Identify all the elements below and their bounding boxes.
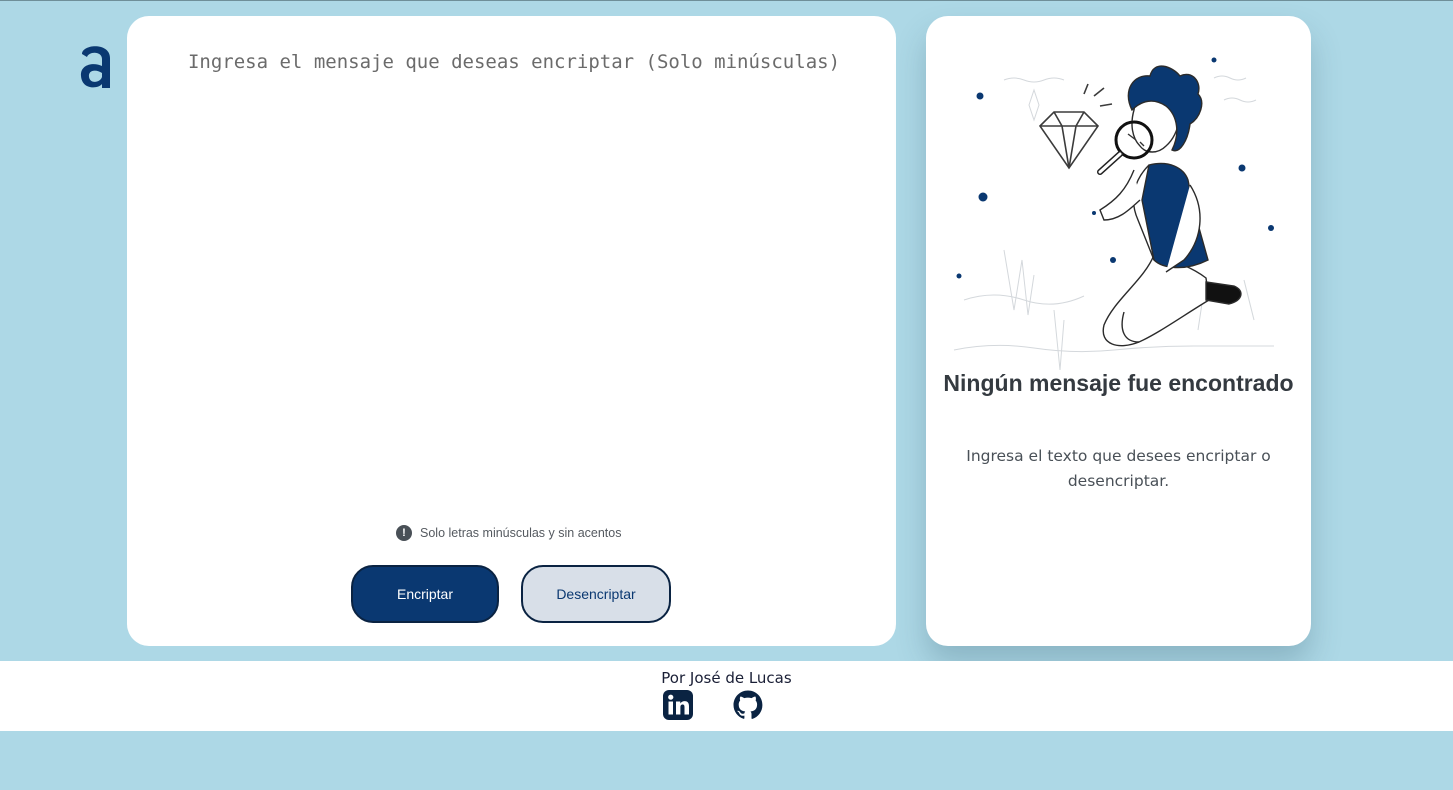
github-icon[interactable] bbox=[732, 689, 764, 721]
empty-state-title: Ningún mensaje fue encontrado bbox=[943, 370, 1294, 396]
top-border bbox=[0, 0, 1453, 1]
alura-logo-icon[interactable] bbox=[78, 40, 114, 90]
output-panel: Ningún mensaje fue encontrado Ingresa el… bbox=[926, 16, 1311, 646]
footer: Por José de Lucas bbox=[0, 661, 1453, 731]
decrypt-button[interactable]: Desencriptar bbox=[521, 565, 671, 623]
empty-state-description: Ingresa el texto que desees encriptar o … bbox=[966, 447, 1271, 490]
encrypt-button[interactable]: Encriptar bbox=[351, 565, 499, 623]
input-panel: ! Solo letras minúsculas y sin acentos E… bbox=[127, 16, 896, 646]
person-with-magnifying-glass-illustration bbox=[953, 57, 1274, 370]
exclamation-circle-icon: ! bbox=[396, 525, 412, 541]
hint-row: ! Solo letras minúsculas y sin acentos bbox=[396, 524, 621, 542]
author-credit: Por José de Lucas bbox=[661, 669, 792, 687]
linkedin-icon[interactable] bbox=[662, 689, 694, 721]
message-input[interactable] bbox=[167, 46, 861, 490]
hint-text: Solo letras minúsculas y sin acentos bbox=[420, 526, 622, 540]
